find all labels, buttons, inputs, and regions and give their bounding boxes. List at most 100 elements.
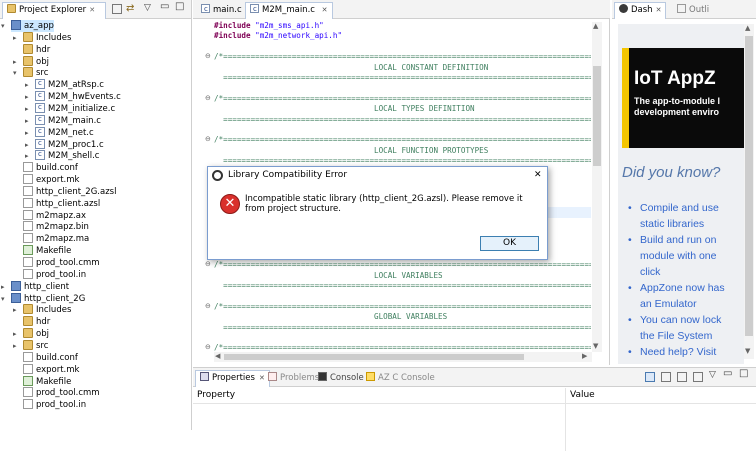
fold-toggle-icon[interactable]: ⊖ (205, 51, 211, 62)
collapsed-arrow-icon[interactable]: ▸ (25, 115, 29, 127)
tab-az-c-console[interactable]: AZ C Console (361, 370, 440, 387)
tree-item[interactable]: M2M_initialize.c (35, 101, 115, 115)
collapsed-arrow-icon[interactable]: ▸ (25, 91, 29, 103)
ok-button[interactable]: OK (480, 236, 539, 251)
collapsed-arrow-icon[interactable]: ▸ (13, 304, 17, 316)
tree-item[interactable]: build.conf (23, 351, 78, 364)
minimize-icon[interactable]: ▭ (723, 368, 732, 379)
collapsed-arrow-icon[interactable]: ▸ (13, 340, 17, 352)
tree-item[interactable]: Includes (23, 304, 71, 316)
tree-item[interactable]: az_app (11, 20, 54, 32)
tree-item[interactable]: http_client.azsl (23, 197, 100, 210)
tree-item[interactable]: http_client_2G (11, 292, 85, 305)
tip-link[interactable]: • AppZone now has an Emulator (628, 280, 736, 312)
toolbar-icon-filter[interactable] (661, 372, 671, 382)
tree-item[interactable]: prod_tool.in (23, 268, 86, 281)
scroll-thumb[interactable] (593, 66, 601, 166)
scroll-down-arrow[interactable]: ▼ (593, 342, 598, 350)
scroll-thumb[interactable] (224, 354, 524, 360)
toolbar-icon-new[interactable] (693, 372, 703, 382)
tree-item[interactable]: m2mapz.ma (23, 233, 89, 245)
tree-item[interactable]: export.mk (23, 174, 79, 186)
minimize-icon[interactable]: ▭ (160, 1, 169, 12)
collapsed-arrow-icon[interactable]: ▸ (25, 127, 29, 139)
view-menu-icon[interactable]: ▽ (709, 370, 716, 380)
tab-dashboard[interactable]: Dash ✕ (614, 2, 667, 19)
column-header-property[interactable]: Property (197, 390, 235, 400)
tree-item[interactable]: hdr (23, 316, 50, 328)
tree-item[interactable]: export.mk (23, 363, 79, 376)
tree-item[interactable]: M2M_main.c (35, 113, 101, 127)
tree-item[interactable]: build.conf (23, 162, 78, 174)
tree-item[interactable]: prod_tool.in (23, 399, 86, 411)
link-editor-icon[interactable]: ⇄ (126, 3, 134, 14)
column-divider[interactable] (565, 388, 566, 451)
collapse-all-icon[interactable] (112, 4, 122, 14)
scroll-up-arrow[interactable]: ▲ (593, 22, 598, 30)
tree-item[interactable]: M2M_proc1.c (35, 137, 104, 151)
scroll-thumb[interactable] (745, 36, 753, 336)
maximize-icon[interactable]: □ (739, 368, 748, 379)
collapsed-arrow-icon[interactable]: ▸ (25, 79, 29, 91)
dashboard-scrollbar[interactable]: ▲ ▼ (744, 24, 754, 359)
tab-project-explorer[interactable]: Project Explorer ✕ (2, 2, 106, 19)
tree-item[interactable]: m2mapz.bin (23, 221, 89, 233)
maximize-icon[interactable]: □ (175, 1, 184, 12)
tree-item[interactable]: Makefile (23, 245, 71, 257)
tree-item[interactable]: Includes (23, 31, 71, 44)
tip-link[interactable]: • Need help? Visit (628, 344, 736, 360)
tree-item[interactable]: obj (23, 328, 49, 340)
tree-item[interactable]: M2M_net.c (35, 125, 94, 139)
column-header-value[interactable]: Value (570, 390, 595, 400)
collapsed-arrow-icon[interactable]: ▸ (25, 139, 29, 151)
collapsed-arrow-icon[interactable]: ▸ (13, 32, 17, 44)
scroll-left-arrow[interactable]: ◀ (215, 352, 220, 360)
dialog-titlebar[interactable]: Library Compatibility Error ✕ (208, 167, 547, 185)
tree-item[interactable]: M2M_shell.c (35, 148, 99, 162)
tree-item[interactable]: src (23, 67, 48, 79)
fold-toggle-icon[interactable]: ⊖ (205, 342, 211, 353)
scroll-right-arrow[interactable]: ▶ (582, 352, 587, 360)
expanded-arrow-icon[interactable]: ▾ (13, 67, 17, 79)
iot-appzone-banner[interactable]: IoT AppZ The app-to-module l development… (622, 48, 744, 148)
editor-horizontal-scrollbar[interactable]: ◀ ▶ (214, 352, 592, 362)
close-icon[interactable]: ✕ (656, 6, 662, 14)
collapsed-arrow-icon[interactable]: ▸ (25, 103, 29, 115)
tree-item[interactable]: hdr (23, 43, 50, 56)
close-icon[interactable]: ✕ (322, 6, 328, 14)
toolbar-icon-categories[interactable] (645, 372, 655, 382)
tab-properties[interactable]: Properties ✕ (195, 370, 270, 387)
tree-item[interactable]: http_client_2G.azsl (23, 185, 116, 198)
collapsed-arrow-icon[interactable]: ▸ (13, 56, 17, 68)
scroll-up-arrow[interactable]: ▲ (745, 24, 750, 32)
tree-item[interactable]: m2mapz.ax (23, 209, 86, 222)
tree-item[interactable]: src (23, 339, 48, 352)
collapsed-arrow-icon[interactable]: ▸ (13, 328, 17, 340)
collapsed-arrow-icon[interactable]: ▸ (1, 281, 5, 293)
expanded-arrow-icon[interactable]: ▾ (1, 20, 5, 32)
fold-toggle-icon[interactable]: ⊖ (205, 93, 211, 104)
tree-item[interactable]: http_client (11, 280, 69, 293)
editor-vertical-scrollbar[interactable]: ▲ ▼ (592, 22, 602, 352)
scroll-down-arrow[interactable]: ▼ (745, 347, 750, 355)
fold-toggle-icon[interactable]: ⊖ (205, 259, 211, 270)
fold-toggle-icon[interactable]: ⊖ (205, 134, 211, 145)
tree-item[interactable]: M2M_atRsp.c (35, 77, 104, 91)
tab-outline[interactable]: Outli (672, 2, 714, 19)
tip-link[interactable]: • Build and run on module with one click (628, 232, 736, 280)
fold-toggle-icon[interactable]: ⊖ (205, 301, 211, 312)
collapsed-arrow-icon[interactable]: ▸ (25, 150, 29, 162)
tree-item[interactable]: prod_tool.cmm (23, 257, 100, 269)
tab-m2m-main-c[interactable]: M2M_main.c ✕ (245, 2, 333, 19)
toolbar-icon-pin[interactable] (677, 372, 687, 382)
tree-item[interactable]: M2M_hwEvents.c (35, 89, 121, 103)
tab-main-c[interactable]: main.c (196, 2, 247, 19)
view-menu-icon[interactable]: ▽ (144, 3, 151, 13)
close-icon[interactable]: ✕ (534, 170, 542, 180)
tree-item[interactable]: prod_tool.cmm (23, 387, 100, 399)
tree-item[interactable]: obj (23, 55, 49, 68)
tip-link[interactable]: • You can now lock the File System (628, 312, 736, 344)
tip-link[interactable]: • Compile and use static libraries (628, 200, 736, 232)
expanded-arrow-icon[interactable]: ▾ (1, 293, 5, 305)
close-icon[interactable]: ✕ (89, 6, 95, 14)
